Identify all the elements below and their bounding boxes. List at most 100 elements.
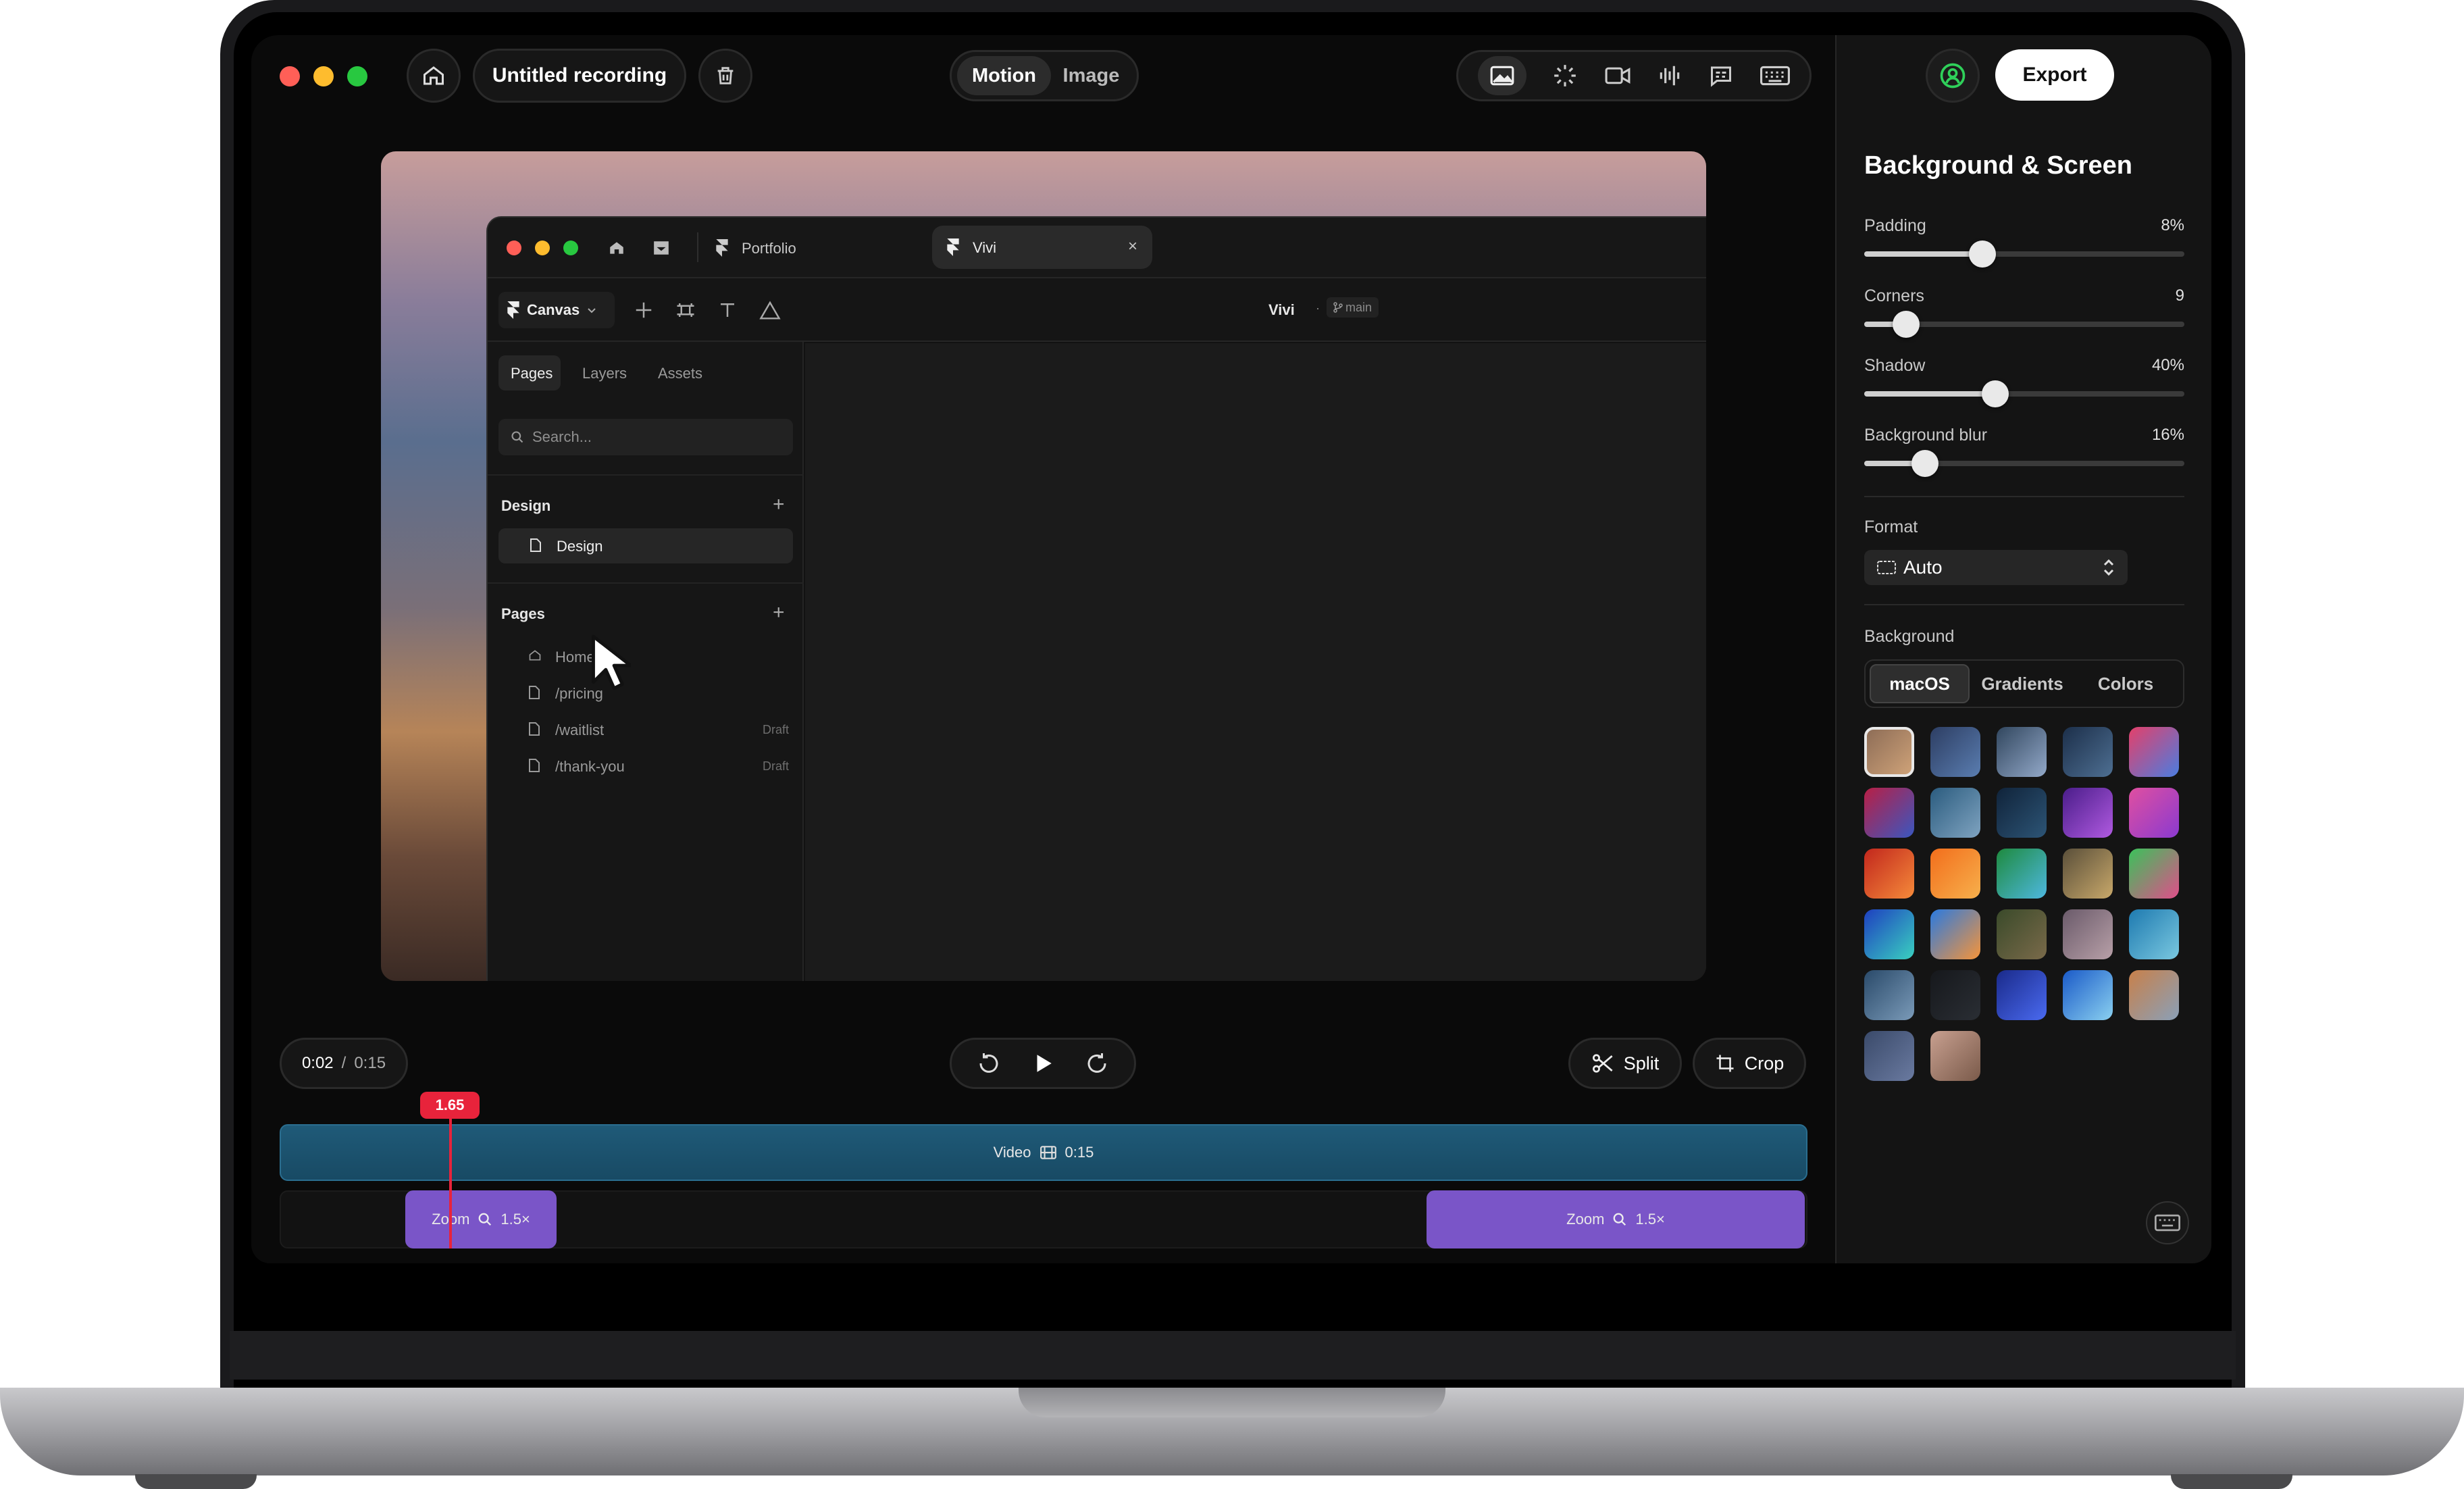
delete-button[interactable] [698,49,752,103]
crop-button[interactable]: Crop [1693,1038,1806,1089]
wallpaper-thumbnail[interactable] [1930,727,1980,777]
laptop-foot-right [2171,1474,2292,1489]
zoom-clip[interactable]: Zoom 1.5× [1427,1190,1805,1248]
export-button[interactable]: Export [1995,49,2114,101]
slider-padding-handle[interactable] [1969,241,1997,268]
slider-corners-handle[interactable] [1892,311,1920,338]
wallpaper-thumbnail[interactable] [2129,788,2179,838]
shortcuts-button[interactable] [2146,1201,2189,1244]
keyboard-icon[interactable] [1760,66,1790,86]
recorded-page-row: /thank-you Draft [528,753,792,780]
forward-icon[interactable] [1085,1051,1109,1076]
recorded-maximize [563,241,578,255]
tab-gradients-label: Gradients [1981,673,2063,694]
wallpaper-thumbnail[interactable] [2063,849,2113,899]
wallpaper-thumbnail[interactable] [1864,849,1914,899]
tab-colors-label: Colors [2097,673,2154,694]
minimize-window-button[interactable] [313,66,334,86]
play-icon[interactable] [1031,1052,1054,1075]
captions-icon[interactable] [1708,64,1734,88]
wallpaper-thumbnail[interactable] [1930,1031,1980,1081]
search-icon [511,431,523,443]
page-icon [529,722,540,736]
wallpaper-thumbnail[interactable] [2063,788,2113,838]
camera-icon[interactable] [1604,65,1631,86]
recorded-tab-vivi: Vivi × [932,226,1152,269]
wallpaper-thumbnail[interactable] [2129,849,2179,899]
account-button[interactable] [1926,49,1980,103]
slider-blur-handle[interactable] [1911,450,1939,477]
recorded-canvas [805,343,1706,981]
scissors-icon [1592,1054,1613,1073]
wallpaper-thumbnail[interactable] [1997,909,2047,959]
recorded-page-name: /thank-you [555,758,625,775]
tab-image[interactable]: Image [1051,56,1131,95]
zoom-clip[interactable]: Zoom 1.5× [405,1190,557,1248]
inbox-icon [654,241,669,255]
recorded-search-placeholder: Search... [532,428,592,445]
wallpaper-thumbnail[interactable] [1864,970,1914,1020]
recording-title-button[interactable]: Untitled recording [473,49,686,103]
framer-icon [716,239,728,257]
wallpaper-thumbnail[interactable] [2129,727,2179,777]
time-display: 0:02 / 0:15 [280,1038,408,1089]
close-tab-icon: × [1128,237,1138,255]
wallpaper-thumbnail[interactable] [1930,849,1980,899]
playhead-time: 1.65 [435,1096,465,1113]
recorded-branch-badge: main [1327,297,1379,318]
home-button[interactable] [407,49,461,103]
maximize-window-button[interactable] [347,66,367,86]
laptop-opening-notch [1019,1388,1445,1417]
home-icon [610,242,623,254]
recorded-tab-vivi-label: Vivi [973,239,997,256]
tab-colors[interactable]: Colors [2075,664,2176,703]
wallpaper-thumbnail[interactable] [2129,909,2179,959]
background-tool-button[interactable] [1478,56,1527,95]
slider-shadow-label: Shadow [1864,356,1926,375]
recorded-layers-tab: Layers [582,365,627,382]
crop-label: Crop [1744,1053,1785,1074]
format-select[interactable]: Auto [1864,550,2128,585]
wallpaper-thumbnail[interactable] [1997,727,2047,777]
zoom-clip-value: 1.5× [1635,1211,1665,1228]
wallpaper-thumbnail[interactable] [1864,788,1914,838]
screen-bottom-bar [230,1331,2236,1380]
wallpaper-thumbnail[interactable] [1997,970,2047,1020]
wallpaper-thumbnail[interactable] [1930,970,1980,1020]
tab-macos[interactable]: macOS [1870,664,1970,703]
audio-waveform-icon[interactable] [1657,63,1683,89]
recorded-project-name: Vivi [1268,301,1295,318]
wallpaper-thumbnail[interactable] [1930,788,1980,838]
playback-controls [950,1038,1136,1089]
page-icon [529,686,540,699]
playhead-badge[interactable]: 1.65 [420,1092,480,1119]
wallpaper-thumbnail[interactable] [1864,909,1914,959]
rewind-icon[interactable] [977,1051,1001,1076]
playhead-line[interactable] [449,1116,452,1248]
wallpaper-thumbnail[interactable] [2063,970,2113,1020]
wallpaper-thumbnail[interactable] [2129,970,2179,1020]
plus-icon [636,302,652,318]
trash-icon [717,67,734,84]
wallpaper-thumbnail[interactable] [1930,909,1980,959]
video-track-clip[interactable]: Video 0:15 [280,1124,1807,1181]
wallpaper-thumbnail[interactable] [1997,849,2047,899]
wallpaper-thumbnail[interactable] [2063,727,2113,777]
tab-motion[interactable]: Motion [957,56,1051,95]
slider-blur-label: Background blur [1864,426,1988,445]
recorded-close [507,241,521,255]
split-button[interactable]: Split [1568,1038,1682,1089]
tab-gradients[interactable]: Gradients [1970,664,2075,703]
slider-blur-value: 16% [2151,426,2184,444]
wallpaper-thumbnail[interactable] [2063,909,2113,959]
cursor-click-icon[interactable] [1552,63,1578,89]
recorded-draft-badge: Draft [762,759,789,773]
slider-padding-value: 8% [2161,216,2184,234]
wallpaper-thumbnail[interactable] [1997,788,2047,838]
recorded-pages-heading: Pages [501,605,545,622]
wallpaper-thumbnail[interactable] [1864,727,1914,777]
close-window-button[interactable] [280,66,300,86]
wallpaper-thumbnail[interactable] [1864,1031,1914,1081]
zoom-clip-label: Zoom [1566,1211,1605,1228]
slider-shadow-handle[interactable] [1982,380,2009,407]
